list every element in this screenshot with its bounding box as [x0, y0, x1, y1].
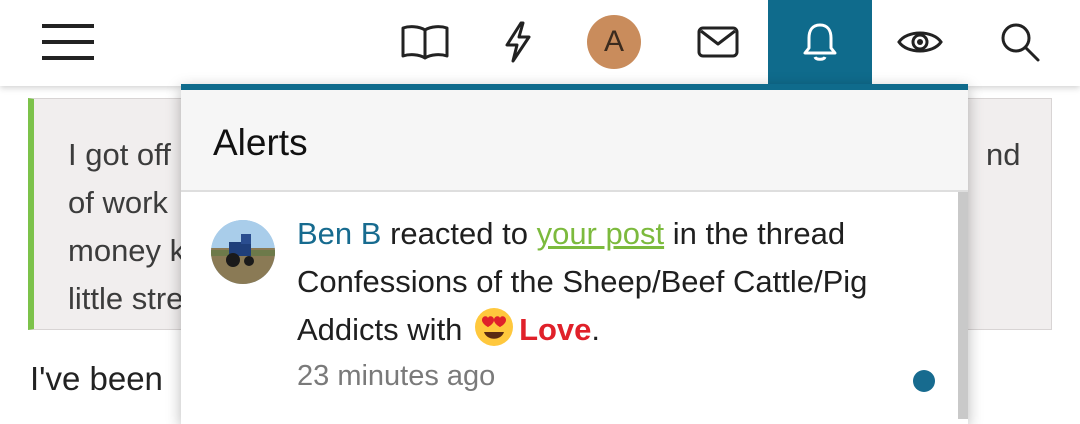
alert-item[interactable]: Ben B reacted to your post in the thread…: [181, 192, 968, 424]
eye-icon: [897, 31, 943, 53]
latest-activity-button[interactable]: [468, 0, 568, 84]
alerts-header: Alerts: [181, 90, 968, 192]
whats-new-button[interactable]: [375, 0, 475, 84]
envelope-icon: [697, 26, 739, 58]
search-button[interactable]: [970, 0, 1070, 84]
alert-user-link[interactable]: Ben B: [297, 216, 381, 251]
quote-line: of work: [68, 185, 168, 220]
avatar: A: [587, 15, 641, 69]
user-avatar[interactable]: [211, 220, 275, 284]
hamburger-menu-button[interactable]: [18, 0, 118, 84]
unread-indicator[interactable]: [913, 370, 935, 392]
quote-line-fragment: nd: [986, 137, 1021, 172]
reaction-label: Love: [519, 312, 592, 347]
hamburger-menu-icon: [42, 24, 94, 60]
quote-line: little stre: [68, 281, 184, 316]
alerts-dropdown: Alerts Ben B reacted to your post in the…: [181, 84, 968, 424]
scrollbar[interactable]: [958, 192, 968, 419]
watched-button[interactable]: [870, 0, 970, 84]
inbox-button[interactable]: [668, 0, 768, 84]
search-icon: [1001, 23, 1040, 62]
alert-text-with: with: [407, 312, 463, 347]
account-button[interactable]: A: [564, 0, 664, 84]
alert-text-thread: in the thread: [672, 216, 846, 251]
quote-line: I got off: [68, 137, 171, 172]
alert-period: .: [591, 312, 601, 347]
alert-timestamp: 23 minutes ago: [297, 360, 496, 392]
avatar-letter: A: [603, 25, 624, 58]
heart-eyes-emoji-icon: [475, 308, 514, 346]
lightning-icon: [505, 21, 531, 63]
quote-line: money k: [68, 233, 186, 268]
top-navigation-bar: A: [0, 0, 1080, 86]
tractor-photo-icon: [211, 220, 275, 284]
alert-post-link[interactable]: your post: [537, 216, 665, 251]
alert-text-reacted: reacted to: [390, 216, 528, 251]
post-body-text: I've been: [30, 360, 163, 397]
alerts-title: Alerts: [213, 122, 308, 163]
alerts-button[interactable]: [768, 0, 872, 84]
bell-icon: [803, 23, 837, 61]
alert-message: Ben B reacted to your post in the thread…: [297, 210, 947, 354]
book-icon: [401, 25, 449, 60]
